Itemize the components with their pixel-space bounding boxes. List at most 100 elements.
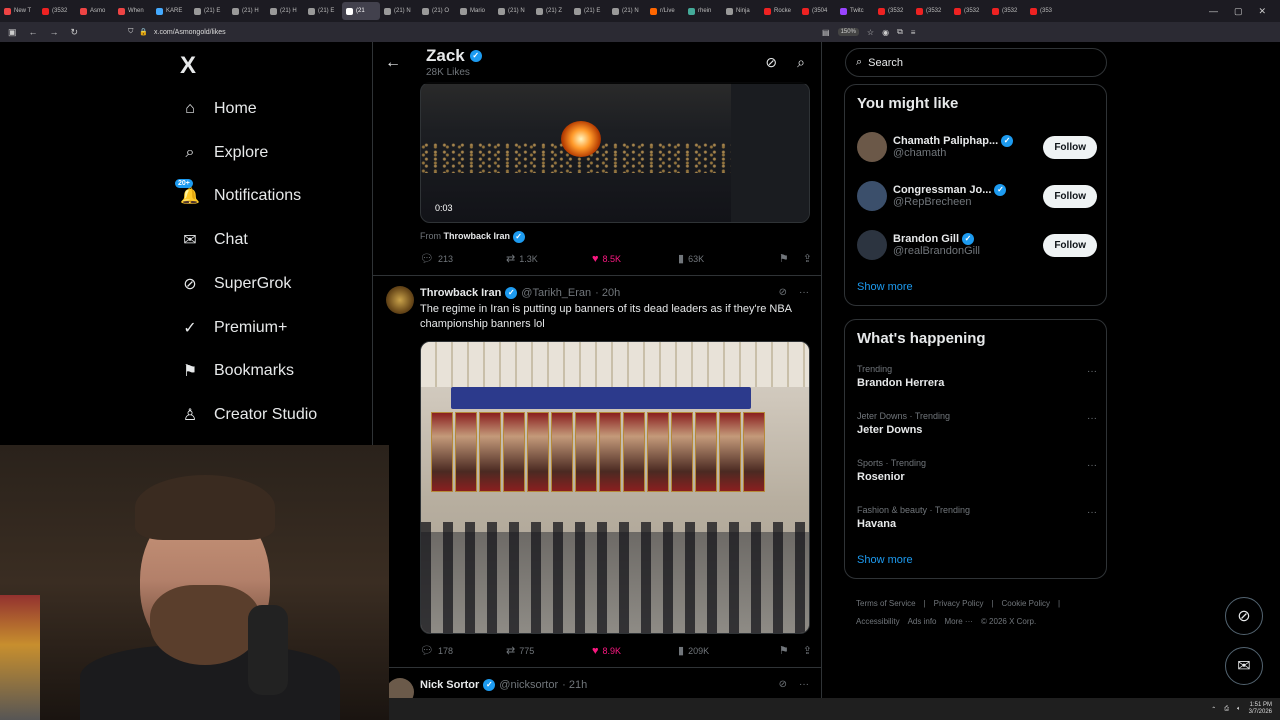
browser-tab[interactable]: rhein	[684, 2, 722, 20]
close-window-icon[interactable]: ✕	[1258, 6, 1266, 17]
search-icon[interactable]: ⌕	[797, 54, 805, 71]
browser-tab[interactable]: (21) N	[380, 2, 418, 20]
grok-icon[interactable]: ⊘	[779, 679, 787, 690]
browser-tab[interactable]: (21	[342, 2, 380, 20]
avatar[interactable]	[386, 286, 414, 314]
avatar[interactable]	[857, 132, 887, 162]
views-button[interactable]: ▮ 63K	[678, 252, 764, 265]
x-logo[interactable]: X	[180, 52, 196, 80]
repost-button[interactable]: ⇄ 1.3K	[506, 252, 592, 265]
show-more-link[interactable]: Show more	[857, 281, 913, 293]
more-options-icon[interactable]: ···	[1087, 460, 1097, 471]
suggestion-row[interactable]: Chamath Paliphap... ✓ @chamath Follow	[857, 129, 1097, 165]
trend-item[interactable]: Sports · Trending Rosenior ···	[857, 458, 1097, 483]
follow-button[interactable]: Follow	[1043, 135, 1097, 159]
browser-tab[interactable]: When	[114, 2, 152, 20]
nav-item-supergrok[interactable]: ⊘ SuperGrok	[180, 270, 291, 298]
more-options-icon[interactable]: ···	[1087, 366, 1097, 377]
more-options-icon[interactable]: ···	[799, 287, 809, 298]
footer-link[interactable]: More ···	[944, 617, 972, 626]
avatar[interactable]	[857, 181, 887, 211]
like-button[interactable]: ♥ 8.9K	[592, 645, 678, 657]
footer-link[interactable]: Cookie Policy	[1002, 599, 1050, 608]
back-arrow-icon[interactable]: ←	[29, 27, 38, 38]
show-more-link[interactable]: Show more	[857, 554, 913, 566]
menu-icon[interactable]: ≡	[911, 28, 916, 37]
bookmark-icon[interactable]: ⚑	[779, 644, 789, 657]
messages-fab-button[interactable]: ✉	[1225, 647, 1263, 685]
browser-tab[interactable]: (21) Z	[532, 2, 570, 20]
nav-item-creator-studio[interactable]: ♙ Creator Studio	[180, 401, 317, 429]
browser-tab[interactable]: New T	[0, 2, 38, 20]
avatar[interactable]	[857, 230, 887, 260]
bookmark-icon[interactable]: ⚑	[779, 252, 789, 265]
search-input[interactable]: ⌕ Search	[845, 48, 1107, 77]
maximize-icon[interactable]: ▢	[1234, 6, 1243, 17]
tray-chevron-icon[interactable]: ⌃	[1211, 706, 1216, 713]
browser-tab[interactable]: Mario	[456, 2, 494, 20]
trend-item[interactable]: Trending Brandon Herrera ···	[857, 364, 1097, 389]
nav-item-explore[interactable]: ⌕ Explore	[180, 139, 269, 167]
share-icon[interactable]: ⇪	[803, 644, 812, 657]
more-options-icon[interactable]: ···	[1087, 507, 1097, 518]
browser-tab[interactable]: (3504	[798, 2, 836, 20]
browser-tab[interactable]: Asmo	[76, 2, 114, 20]
trend-item[interactable]: Fashion & beauty · Trending Havana ···	[857, 505, 1097, 530]
reader-icon[interactable]: ▤	[822, 28, 830, 37]
browser-tab[interactable]: (21) N	[494, 2, 532, 20]
minimize-icon[interactable]: —	[1209, 6, 1218, 16]
author-name[interactable]: Throwback Iran	[420, 287, 501, 299]
suggestion-row[interactable]: Congressman Jo... ✓ @RepBrecheen Follow	[857, 178, 1097, 214]
account-icon[interactable]: ◉	[882, 28, 889, 37]
nav-item-bookmarks[interactable]: ⚑ Bookmarks	[180, 357, 294, 385]
author-handle[interactable]: @nicksortor	[499, 679, 558, 691]
reload-icon[interactable]: ↻	[71, 27, 79, 38]
volume-icon[interactable]: 🔈︎	[1237, 706, 1241, 713]
network-icon[interactable]: ⎙	[1224, 706, 1229, 713]
author-handle[interactable]: @Tarikh_Eran	[521, 287, 591, 299]
extensions-icon[interactable]: ⧉	[897, 27, 903, 37]
browser-tab[interactable]: Rocke	[760, 2, 798, 20]
browser-tab[interactable]: (21) H	[228, 2, 266, 20]
browser-tab[interactable]: KARE	[152, 2, 190, 20]
video-media[interactable]: 0:03	[420, 82, 810, 223]
footer-link[interactable]: Privacy Policy	[934, 599, 984, 608]
browser-tab[interactable]: (3532	[950, 2, 988, 20]
browser-tab[interactable]: (21) E	[190, 2, 228, 20]
browser-tab[interactable]: (3532	[912, 2, 950, 20]
sidebar-toggle-icon[interactable]: ▣	[8, 27, 17, 38]
follow-button[interactable]: Follow	[1043, 233, 1097, 257]
back-arrow-icon[interactable]: ←	[385, 54, 401, 72]
reply-button[interactable]: 💬︎ 178	[420, 644, 506, 657]
follow-button[interactable]: Follow	[1043, 184, 1097, 208]
reply-button[interactable]: 💬︎ 213	[420, 252, 506, 265]
grok-icon[interactable]: ⊘	[765, 54, 777, 71]
post-time[interactable]: · 21h	[562, 679, 587, 691]
footer-link[interactable]: Accessibility	[856, 617, 900, 626]
post-image[interactable]	[420, 341, 810, 634]
author-name[interactable]: Nick Sortor	[420, 679, 479, 691]
footer-link[interactable]: © 2026 X Corp.	[981, 617, 1036, 626]
browser-tab[interactable]: (21) N	[608, 2, 646, 20]
grok-icon[interactable]: ⊘	[779, 287, 787, 298]
browser-tab[interactable]: (21) E	[304, 2, 342, 20]
footer-link[interactable]: Ads info	[908, 617, 937, 626]
browser-tab[interactable]: (3532	[874, 2, 912, 20]
source-name[interactable]: Throwback Iran	[444, 231, 511, 241]
like-button[interactable]: ♥ 8.5K	[592, 253, 678, 265]
more-options-icon[interactable]: ···	[799, 679, 809, 690]
browser-tab[interactable]: (21) E	[570, 2, 608, 20]
url-field[interactable]: ⛉ 🔒 x.com/Asmongold/likes	[128, 28, 226, 36]
more-options-icon[interactable]: ···	[1087, 413, 1097, 424]
browser-tab[interactable]: (3532	[38, 2, 76, 20]
trend-item[interactable]: Jeter Downs · Trending Jeter Downs ···	[857, 411, 1097, 436]
browser-tab[interactable]: Twitc	[836, 2, 874, 20]
suggestion-row[interactable]: Brandon Gill ✓ @realBrandonGill Follow	[857, 227, 1097, 263]
share-icon[interactable]: ⇪	[803, 252, 812, 265]
grok-fab-button[interactable]: ⊘	[1225, 597, 1263, 635]
views-button[interactable]: ▮ 209K	[678, 644, 764, 657]
browser-tab[interactable]: Ninja	[722, 2, 760, 20]
post-time[interactable]: · 20h	[595, 287, 620, 299]
forward-arrow-icon[interactable]: →	[50, 27, 59, 38]
bookmark-star-icon[interactable]: ☆	[867, 28, 874, 37]
